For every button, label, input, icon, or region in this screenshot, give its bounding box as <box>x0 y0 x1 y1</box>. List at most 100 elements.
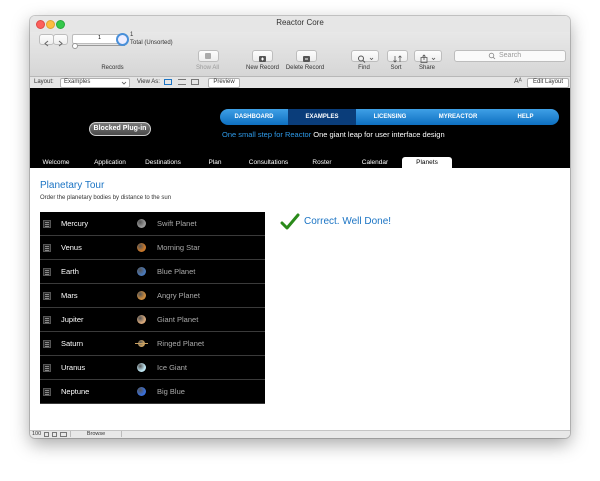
tagline: One small step for Reactor One giant lea… <box>222 130 445 139</box>
preview-label: Preview <box>213 79 235 85</box>
share-button[interactable] <box>414 50 442 63</box>
title-bar: Reactor Core <box>30 16 570 32</box>
sort-label: Sort <box>390 65 402 71</box>
tab-planets[interactable]: Planets <box>402 157 452 168</box>
tab-application[interactable]: Application <box>85 157 135 168</box>
drag-handle-icon[interactable] <box>43 292 51 300</box>
show-all-icon <box>205 53 211 59</box>
drag-handle-icon[interactable] <box>43 244 51 252</box>
status-toggle-icon[interactable] <box>60 432 67 437</box>
checkmark-icon <box>280 213 300 230</box>
records-count: 1 <box>130 32 134 38</box>
main-nav: DASHBOARD EXAMPLES LICENSING MYREACTOR H… <box>220 109 559 125</box>
nav-myreactor[interactable]: MYREACTOR <box>424 109 492 125</box>
nav-examples[interactable]: EXAMPLES <box>288 109 356 125</box>
zoom-out-icon[interactable] <box>44 432 49 437</box>
planet-name: Uranus <box>61 363 86 372</box>
layout-label: Layout: <box>34 79 54 85</box>
chevron-right-icon <box>58 40 63 47</box>
planet-name: Jupiter <box>61 315 84 324</box>
section-tabs: Welcome Application Destinations Plan Co… <box>30 157 570 168</box>
font-size-icon[interactable]: Aᴬ <box>514 78 522 85</box>
drag-handle-icon[interactable] <box>43 340 51 348</box>
back-button[interactable] <box>39 34 54 47</box>
tab-destinations[interactable]: Destinations <box>138 157 188 168</box>
planet-description: Angry Planet <box>157 291 200 300</box>
zoom-in-icon[interactable] <box>52 432 57 437</box>
planet-description: Swift Planet <box>157 219 197 228</box>
drag-handle-icon[interactable] <box>43 220 51 228</box>
planet-row[interactable]: Jupiter Giant Planet <box>40 308 265 332</box>
tab-plan[interactable]: Plan <box>200 157 230 168</box>
nav-help[interactable]: HELP <box>492 109 559 125</box>
planet-icon <box>137 387 146 396</box>
planet-name: Neptune <box>61 387 90 396</box>
forward-button[interactable] <box>53 34 68 47</box>
planet-name: Mars <box>61 291 78 300</box>
edit-layout-label: Edit Layout <box>532 79 564 85</box>
planet-row[interactable]: Mercury Swift Planet <box>40 212 265 236</box>
planet-row[interactable]: Uranus Ice Giant <box>40 356 265 380</box>
result-text: Correct. Well Done! <box>304 216 392 227</box>
find-button[interactable] <box>351 50 379 63</box>
records-label: Records <box>101 65 124 71</box>
tagline-rest: One giant leap for user interface design <box>313 130 445 139</box>
search-placeholder: Search <box>499 52 522 59</box>
planet-icon <box>137 363 146 372</box>
view-form-button[interactable] <box>164 79 172 85</box>
sort-button[interactable] <box>387 50 408 63</box>
chevron-down-icon <box>121 81 127 85</box>
saturn-ring-icon <box>135 343 148 344</box>
record-slider-thumb[interactable] <box>72 43 78 49</box>
planet-description: Giant Planet <box>157 315 199 324</box>
zoom-level[interactable]: 100 <box>32 431 41 437</box>
tab-welcome[interactable]: Welcome <box>35 157 77 168</box>
new-record-label: New Record <box>245 65 279 71</box>
tab-calendar[interactable]: Calendar <box>355 157 395 168</box>
delete-record-button[interactable] <box>296 50 317 62</box>
reactor-header: Blocked Plug-in DASHBOARD EXAMPLES LICEN… <box>30 88 570 168</box>
view-table-button[interactable] <box>191 79 199 85</box>
planet-row[interactable]: Neptune Big Blue <box>40 380 265 404</box>
search-icon <box>488 52 496 60</box>
find-label: Find <box>358 65 370 71</box>
planet-list: Mercury Swift Planet Venus Morning Star Eart… <box>40 212 265 404</box>
planet-row[interactable]: Earth Blue Planet <box>40 260 265 284</box>
chevron-left-icon <box>44 40 49 47</box>
planet-description: Blue Planet <box>157 267 196 276</box>
planet-icon <box>137 219 146 228</box>
nav-licensing[interactable]: LICENSING <box>356 109 424 125</box>
status-bar: 100 Browse <box>30 430 570 438</box>
search-input[interactable]: Search <box>454 50 566 62</box>
mode-label: Browse <box>70 431 122 437</box>
share-label: Share <box>418 65 435 71</box>
page-subtitle: Order the planetary bodies by distance t… <box>40 195 172 201</box>
planet-description: Morning Star <box>157 243 200 252</box>
content-area: Blocked Plug-in DASHBOARD EXAMPLES LICEN… <box>30 88 570 430</box>
show-all-label: Show All <box>195 65 219 71</box>
drag-handle-icon[interactable] <box>43 316 51 324</box>
planet-row[interactable]: Mars Angry Planet <box>40 284 265 308</box>
blocked-plugin-badge[interactable]: Blocked Plug-in <box>89 122 151 136</box>
layout-select[interactable]: Examples <box>60 78 130 88</box>
record-slider[interactable] <box>72 43 125 49</box>
preview-button[interactable]: Preview <box>208 78 240 88</box>
app-window: Reactor Core 1 1 Total (Unsorted) Record… <box>30 16 570 438</box>
planet-row[interactable]: Venus Morning Star <box>40 236 265 260</box>
view-list-button[interactable] <box>178 79 186 85</box>
new-record-button[interactable] <box>252 50 273 62</box>
tab-roster[interactable]: Roster <box>306 157 338 168</box>
edit-layout-button[interactable]: Edit Layout <box>527 78 569 88</box>
nav-dashboard[interactable]: DASHBOARD <box>220 109 288 125</box>
plus-icon <box>259 56 266 62</box>
planet-row[interactable]: Saturn Ringed Planet <box>40 332 265 356</box>
share-icon <box>420 54 436 63</box>
tab-consultations[interactable]: Consultations <box>241 157 296 168</box>
delete-record-label: Delete Record <box>285 65 325 71</box>
drag-handle-icon[interactable] <box>43 388 51 396</box>
show-all-button[interactable] <box>198 50 219 62</box>
planet-description: Ice Giant <box>157 363 188 372</box>
drag-handle-icon[interactable] <box>43 364 51 372</box>
planet-icon <box>137 267 146 276</box>
drag-handle-icon[interactable] <box>43 268 51 276</box>
